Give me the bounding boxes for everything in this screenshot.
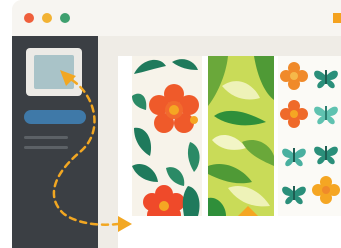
floral-pattern-tile[interactable] [132,56,202,216]
minimize-window-button[interactable] [42,13,52,23]
image-thumbnail-icon [34,55,74,89]
sidebar-item-placeholder[interactable] [24,136,68,139]
image-thumbnail[interactable] [26,48,82,96]
close-window-button[interactable] [24,13,34,23]
leaf-pattern-tile[interactable] [208,56,274,216]
maximize-window-button[interactable] [60,13,70,23]
sidebar-item-placeholder[interactable] [24,146,68,149]
butterfly-pattern-icon [280,62,340,205]
sidebar [12,36,98,248]
canvas-area [98,36,341,248]
app-window [12,0,341,248]
pattern-panel [118,56,341,248]
toolbar-accent-icon [333,13,341,23]
floral-pattern-icon [132,59,200,216]
title-bar [12,0,341,36]
sidebar-selected-item[interactable] [24,110,86,124]
butterfly-pattern-tile[interactable] [278,56,341,216]
leaf-pattern-icon [208,56,274,216]
